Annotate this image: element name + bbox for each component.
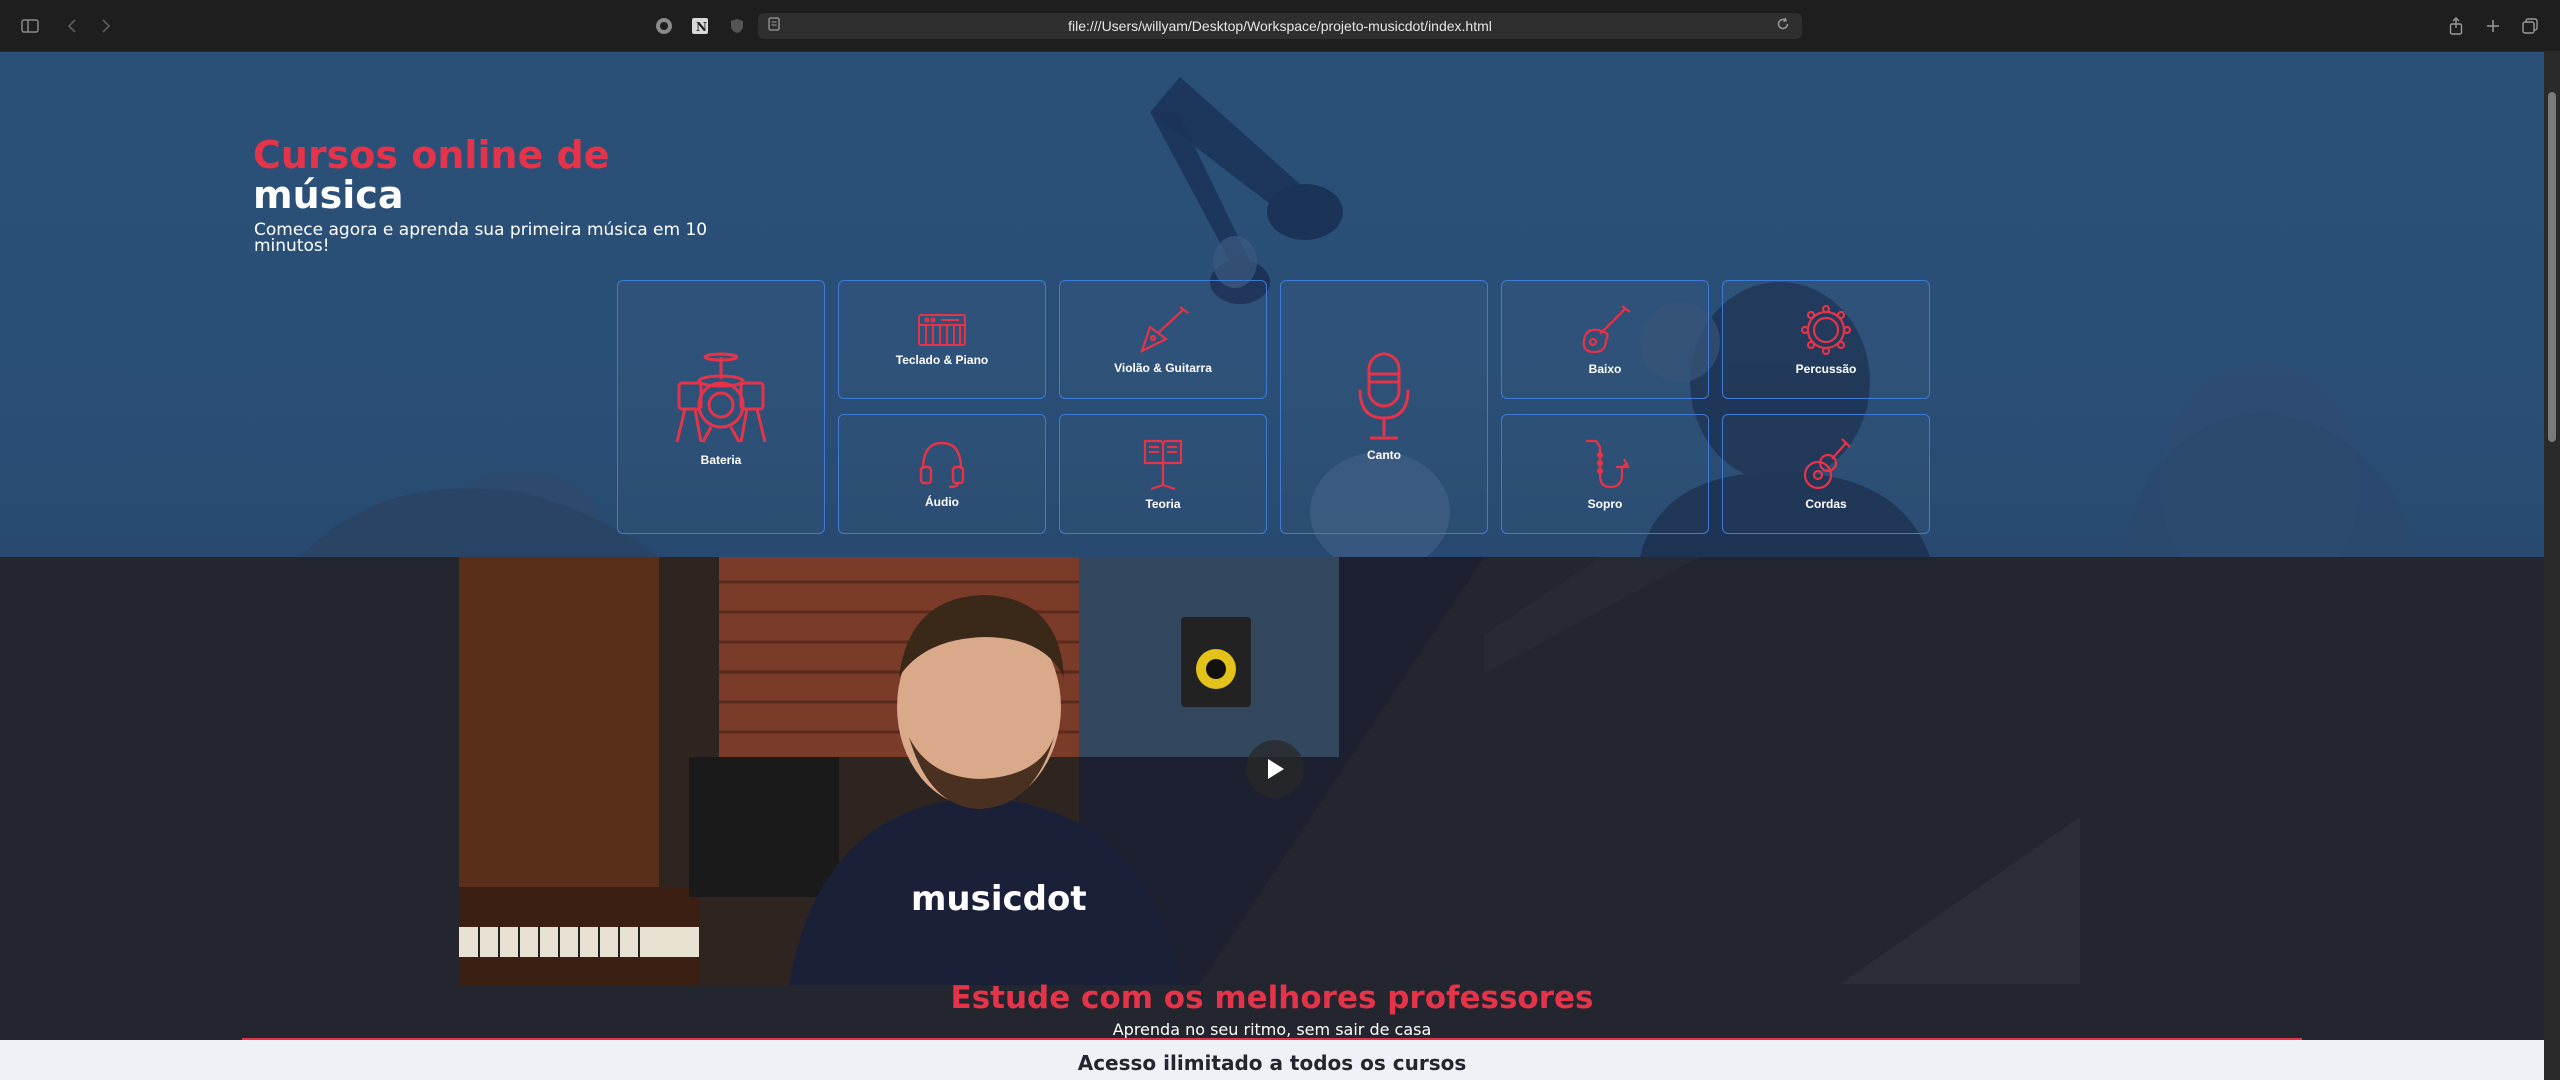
saxophone-icon <box>1586 439 1630 489</box>
category-label: Bateria <box>700 453 742 467</box>
teachers-subtitle: Aprenda no seu ritmo, sem sair de casa <box>1112 1020 1432 1039</box>
hero-subtitle: Comece agora e aprenda sua primeira músi… <box>254 220 708 256</box>
reload-icon[interactable] <box>1776 17 1790 35</box>
access-section: Acesso ilimitado a todos os cursos <box>0 1040 2544 1080</box>
video-player[interactable]: musicdot <box>459 557 1484 985</box>
category-label: Violão & Guitarra <box>1114 360 1212 375</box>
url-text: file:///Users/willyam/Desktop/Workspace/… <box>1068 18 1492 34</box>
shield-icon[interactable] <box>727 16 747 36</box>
category-label: Percussão <box>1795 361 1857 376</box>
teachers-title: Estude com os melhores professores <box>950 980 1594 1016</box>
electric-guitar-icon <box>1140 305 1189 353</box>
notion-icon[interactable]: N <box>690 16 710 36</box>
category-card-baixo[interactable]: Baixo <box>1501 280 1709 399</box>
shirt-logo: musicdot <box>911 879 1087 919</box>
category-label: Cordas <box>1805 497 1847 511</box>
category-card-violao-guitarra[interactable]: Violão & Guitarra <box>1059 280 1267 399</box>
hero-title-line1: Cursos online de <box>253 133 610 177</box>
access-title: Acesso ilimitado a todos os cursos <box>1077 1051 1467 1075</box>
category-label: Teoria <box>1145 497 1181 511</box>
category-card-sopro[interactable]: Sopro <box>1501 414 1709 534</box>
category-card-canto[interactable]: Canto <box>1280 280 1488 534</box>
new-tab-icon[interactable] <box>2483 16 2503 36</box>
video-thumbnail: musicdot <box>459 557 1484 985</box>
drum-kit-icon <box>675 352 767 443</box>
hero-section: Cursos online de música Comece agora e a… <box>0 52 2544 557</box>
browser-toolbar: N file:///Users/willyam/Desktop/Workspac… <box>0 0 2560 52</box>
svg-text:N: N <box>696 20 707 34</box>
category-card-teclado-piano[interactable]: Teclado & Piano <box>838 280 1046 399</box>
category-label: Baixo <box>1588 361 1622 376</box>
forward-icon[interactable] <box>96 16 116 36</box>
music-stand-icon <box>1143 439 1183 491</box>
headphones-icon <box>919 441 965 489</box>
category-card-cordas[interactable]: Cordas <box>1722 414 1930 534</box>
category-card-percussao[interactable]: Percussão <box>1722 280 1930 399</box>
hero-title-line2: música <box>253 173 404 217</box>
address-bar[interactable]: file:///Users/willyam/Desktop/Workspace/… <box>758 13 1802 39</box>
back-icon[interactable] <box>62 16 82 36</box>
extension-icon[interactable] <box>654 16 674 36</box>
bass-guitar-icon <box>1582 304 1631 353</box>
category-card-bateria[interactable]: Bateria <box>617 280 825 534</box>
tab-overview-icon[interactable] <box>2520 16 2540 36</box>
category-label: Sopro <box>1587 497 1623 511</box>
microphone-icon <box>1358 352 1410 440</box>
category-card-teoria[interactable]: Teoria <box>1059 414 1267 534</box>
sidebar-toggle-icon[interactable] <box>20 16 40 36</box>
play-button[interactable] <box>1246 740 1304 798</box>
category-card-audio[interactable]: Áudio <box>838 414 1046 534</box>
category-label: Canto <box>1367 448 1401 462</box>
scrollbar-thumb[interactable] <box>2548 92 2556 442</box>
hero-background-image <box>300 77 2420 557</box>
keyboard-icon <box>918 313 966 346</box>
share-icon[interactable] <box>2446 16 2466 36</box>
hero-title: Cursos online de música <box>253 135 610 215</box>
play-icon <box>1268 759 1284 779</box>
ukulele-icon <box>1803 438 1851 490</box>
category-label: Teclado & Piano <box>895 352 989 367</box>
page-scrollbar[interactable] <box>2544 52 2560 1080</box>
tambourine-icon <box>1800 304 1852 355</box>
category-label: Áudio <box>925 495 959 509</box>
